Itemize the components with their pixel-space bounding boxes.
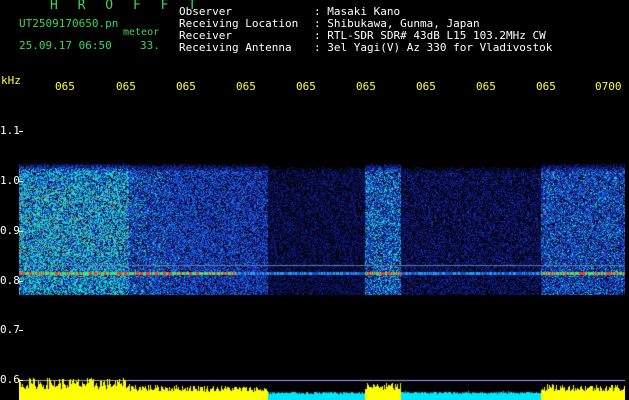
y-tick-mark bbox=[19, 281, 23, 282]
x-tick-label: 065 bbox=[536, 80, 556, 93]
y-tick-mark bbox=[19, 330, 23, 331]
x-tick-label: 065 bbox=[296, 80, 316, 93]
date-time: 25.09.17 06:50 bbox=[19, 39, 112, 52]
y-tick-label: 0.7 bbox=[0, 323, 20, 336]
y-tick-mark bbox=[19, 380, 23, 381]
x-tick-label: 065 bbox=[176, 80, 196, 93]
y-tick-mark bbox=[19, 181, 23, 182]
y-tick-label: 0.9 bbox=[0, 224, 20, 237]
y-tick-label: 0.6 bbox=[0, 373, 20, 386]
file-name: UT2509170650.pn bbox=[19, 17, 119, 30]
y-tick-mark bbox=[19, 231, 23, 232]
y-tick-label: 1.1 bbox=[0, 124, 20, 137]
meteor-count: 33. bbox=[140, 39, 160, 52]
x-tick-label: 065 bbox=[476, 80, 496, 93]
y-tick-label: 1.0 bbox=[0, 174, 20, 187]
x-tick-label: 0700 bbox=[595, 80, 622, 93]
antenna-label: Receiving Antenna bbox=[179, 41, 292, 54]
axis-unit: kHz bbox=[1, 74, 21, 87]
antenna-value: : 3el Yagi(V) Az 330 for Vladivostok bbox=[314, 41, 553, 54]
x-tick-label: 065 bbox=[55, 80, 75, 93]
y-tick-mark bbox=[19, 131, 23, 132]
spectrogram-area bbox=[19, 95, 625, 400]
x-tick-label: 065 bbox=[356, 80, 376, 93]
y-tick-label: 0.8 bbox=[0, 274, 20, 287]
x-tick-label: 065 bbox=[416, 80, 436, 93]
file-suffix: meteor bbox=[123, 27, 160, 38]
spectrogram-canvas bbox=[19, 95, 625, 400]
x-tick-label: 065 bbox=[116, 80, 136, 93]
x-tick-label: 065 bbox=[236, 80, 256, 93]
